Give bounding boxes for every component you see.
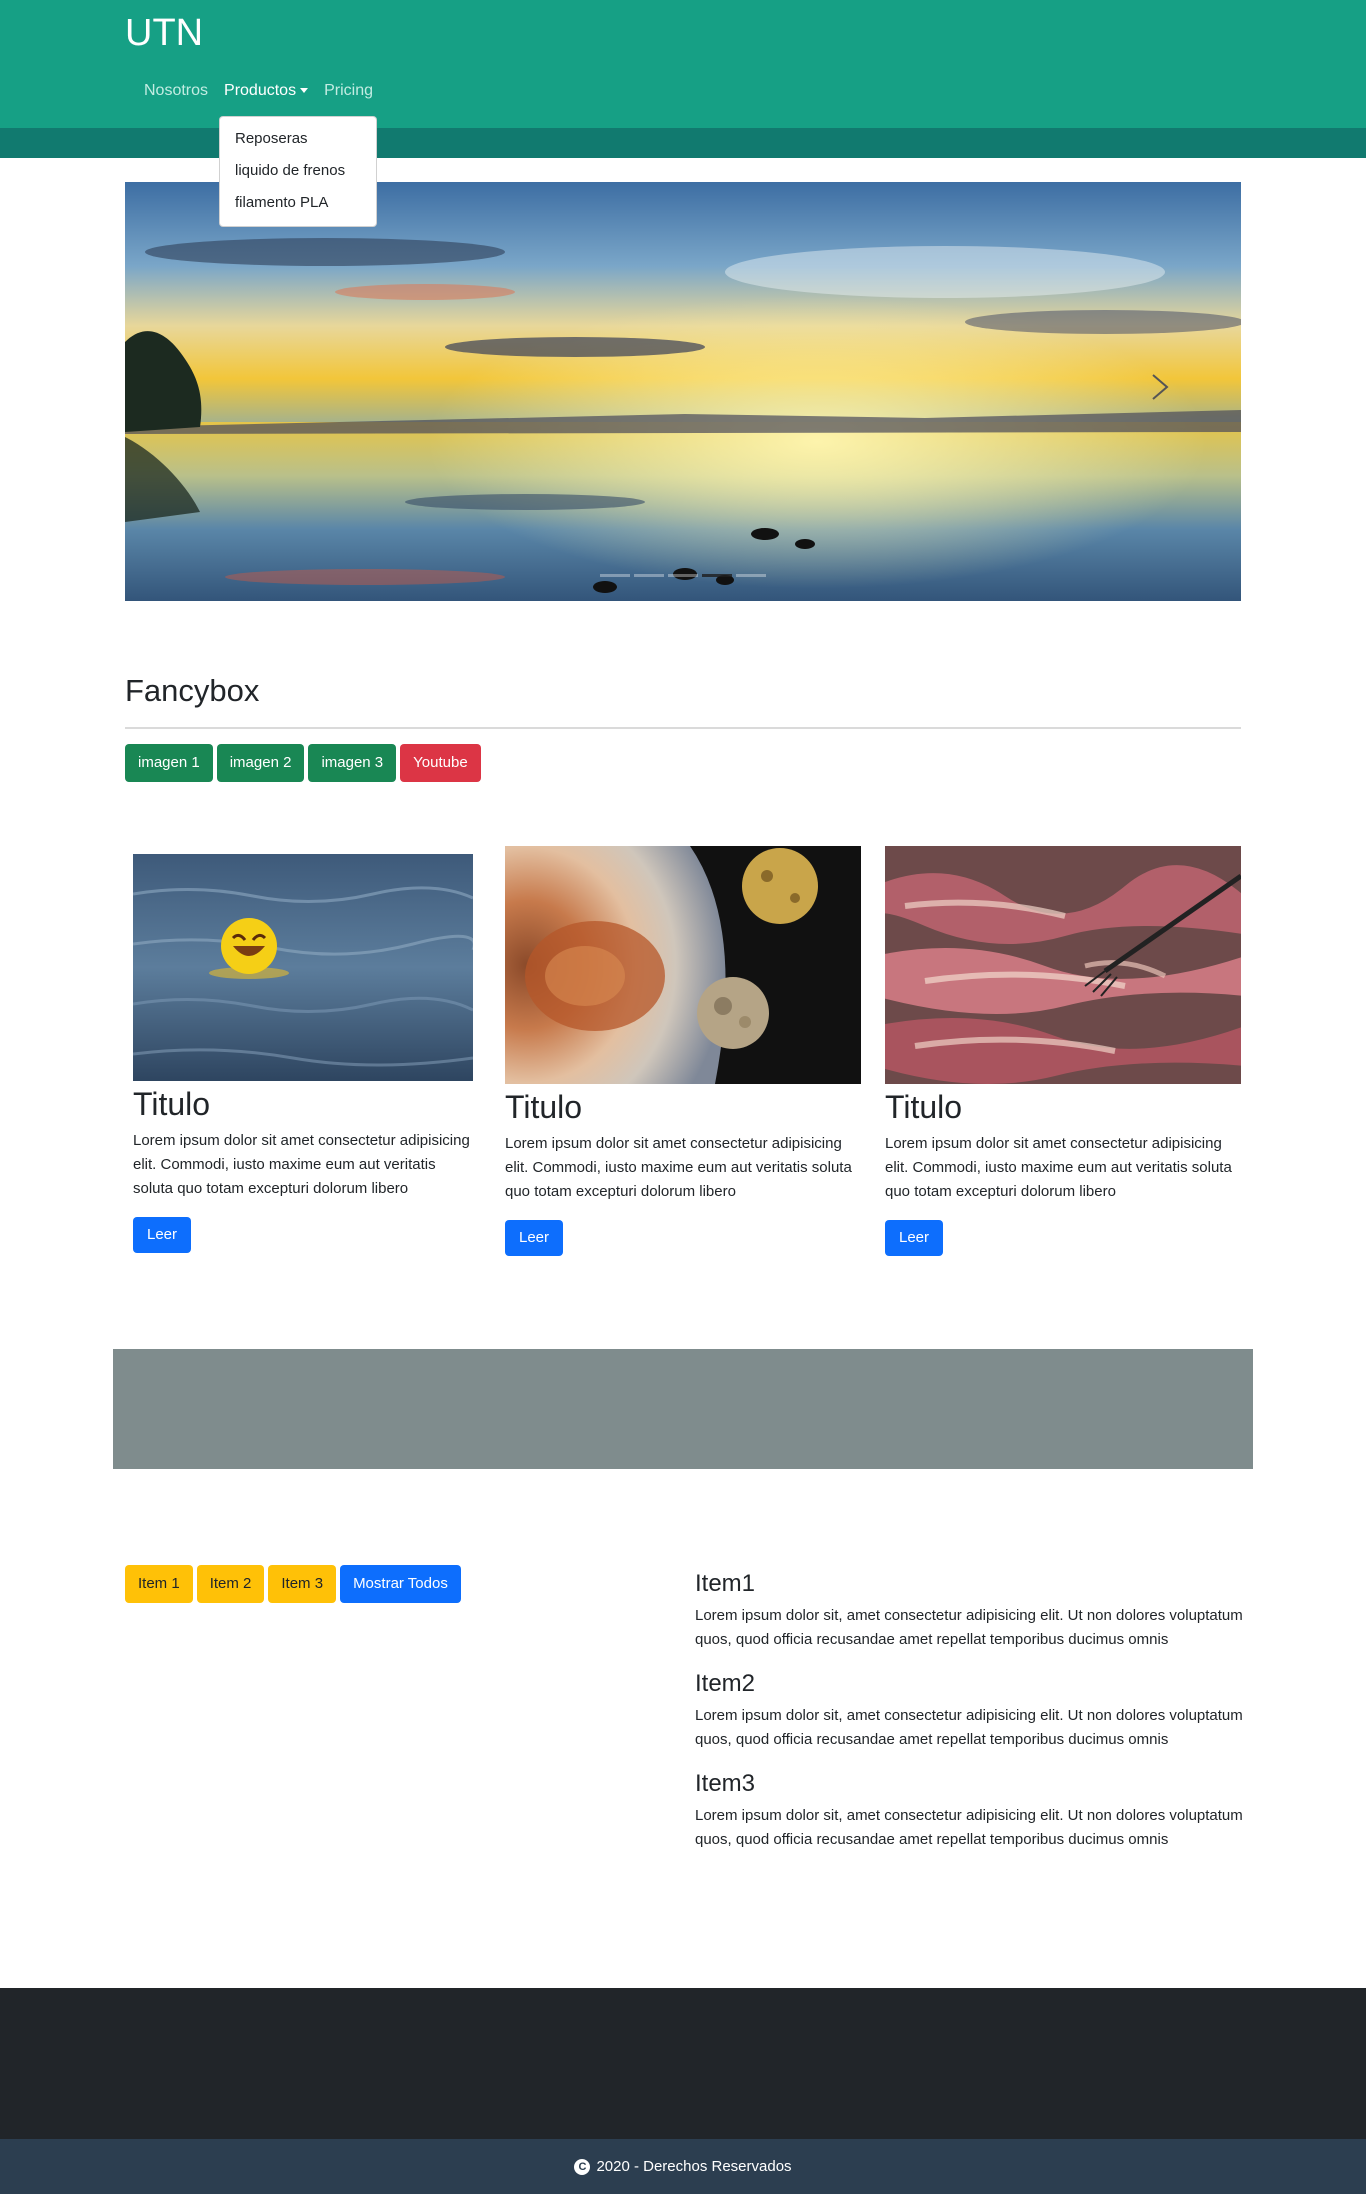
item-3-text: Lorem ipsum dolor sit, amet consectetur …: [695, 1807, 1243, 1848]
fancybox-youtube-button[interactable]: Youtube: [400, 744, 481, 782]
image-carousel[interactable]: [125, 182, 1241, 601]
card-3-text: Lorem ipsum dolor sit amet consectetur a…: [885, 1135, 1232, 1200]
filter-item-2-button[interactable]: Item 2: [196, 1565, 265, 1603]
nav-links: Nosotros Productos Pricing: [136, 82, 381, 100]
card-2-title: Titulo: [505, 1089, 583, 1125]
copyright-text: 2020 - Derechos Reservados: [596, 2158, 792, 2175]
navbar: UTN Nosotros Productos Pricing: [0, 0, 1366, 128]
card-3-read-button[interactable]: Leer: [885, 1220, 944, 1256]
filter-item-1-button[interactable]: Item 1: [125, 1565, 193, 1603]
item-2-title: Item2: [695, 1670, 756, 1697]
carousel-slide-sunset-lake: [125, 182, 1241, 601]
carousel-indicator[interactable]: [736, 574, 766, 577]
item-2-text: Lorem ipsum dolor sit, amet consectetur …: [695, 1707, 1243, 1748]
card-1: Titulo Lorem ipsum dolor sit amet consec…: [133, 854, 473, 1253]
fancybox-imagen-2-button[interactable]: imagen 2: [216, 744, 305, 782]
card-2: Titulo Lorem ipsum dolor sit amet consec…: [505, 846, 861, 1256]
card-1-title: Titulo: [133, 1086, 211, 1122]
card-2-read-button[interactable]: Leer: [505, 1220, 564, 1256]
nav-link-productos-label: Productos: [224, 82, 297, 99]
card-image-jupiter-moons[interactable]: [505, 846, 861, 1084]
divider: [125, 727, 1241, 729]
item-3-title: Item3: [695, 1770, 756, 1797]
filter-buttons: Item 1 Item 2 Item 3 Mostrar Todos: [125, 1565, 461, 1603]
fancybox-buttons: imagen 1 imagen 2 imagen 3 Youtube: [125, 744, 481, 782]
navbar-strip: [0, 128, 1366, 158]
nav-link-pricing[interactable]: Pricing: [316, 82, 381, 100]
dropdown-item-reposeras[interactable]: Reposeras: [220, 129, 376, 161]
nav-link-productos[interactable]: Productos: [216, 82, 316, 100]
items-list: Item1 Lorem ipsum dolor sit, amet consec…: [695, 1570, 1255, 1870]
dropdown-item-liquido-de-frenos[interactable]: liquido de frenos: [220, 161, 376, 193]
copyright-icon: C: [574, 2158, 591, 2175]
dropdown-item-filamento-pla[interactable]: filamento PLA: [220, 193, 376, 225]
footer: [0, 1988, 1366, 2139]
brand-logo[interactable]: UTN: [125, 12, 203, 55]
carousel-indicator[interactable]: [600, 574, 630, 577]
chevron-right-icon[interactable]: [1149, 372, 1171, 402]
card-image-bacon[interactable]: [885, 846, 1241, 1084]
show-all-button[interactable]: Mostrar Todos: [340, 1565, 461, 1603]
card-3-title: Titulo: [885, 1089, 963, 1125]
fancybox-imagen-1-button[interactable]: imagen 1: [125, 744, 213, 782]
gray-banner: [113, 1349, 1253, 1469]
card-3: Titulo Lorem ipsum dolor sit amet consec…: [885, 846, 1241, 1256]
filter-item-3-button[interactable]: Item 3: [268, 1565, 337, 1603]
copyright-bar: C 2020 - Derechos Reservados: [0, 2139, 1366, 2194]
item-1-text: Lorem ipsum dolor sit, amet consectetur …: [695, 1607, 1243, 1648]
carousel-indicators: [125, 574, 1241, 577]
productos-dropdown-menu: Reposeras liquido de frenos filamento PL…: [219, 116, 377, 227]
nav-link-nosotros[interactable]: Nosotros: [136, 82, 216, 100]
card-2-text: Lorem ipsum dolor sit amet consectetur a…: [505, 1135, 852, 1200]
carousel-indicator[interactable]: [668, 574, 698, 577]
fancybox-imagen-3-button[interactable]: imagen 3: [308, 744, 397, 782]
carousel-indicator[interactable]: [634, 574, 664, 577]
card-image-emoji-ball[interactable]: [133, 854, 473, 1081]
card-1-read-button[interactable]: Leer: [133, 1217, 192, 1253]
item-1-title: Item1: [695, 1570, 756, 1597]
card-1-text: Lorem ipsum dolor sit amet consectetur a…: [133, 1132, 470, 1197]
section-title-fancybox: Fancybox: [125, 673, 260, 708]
carousel-indicator[interactable]: [702, 574, 732, 577]
caret-down-icon: [300, 88, 309, 94]
